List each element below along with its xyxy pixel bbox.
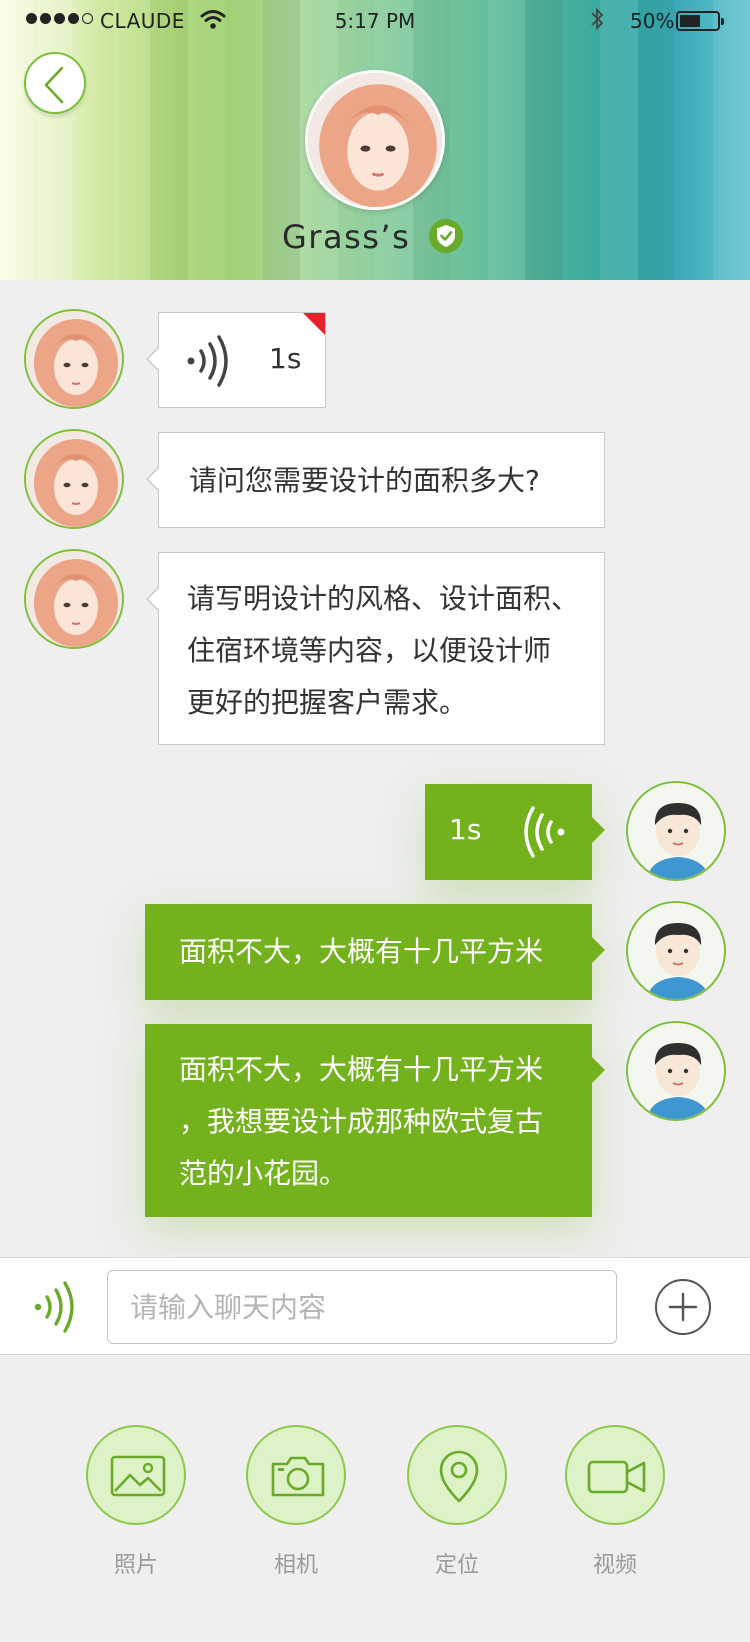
voice-icon[interactable] <box>30 1280 82 1334</box>
girl-portrait <box>26 431 122 527</box>
shield-check-icon <box>429 219 463 253</box>
contact-avatar-small[interactable] <box>24 429 124 529</box>
girl-portrait <box>26 551 122 647</box>
battery-percent: 50% <box>630 9 675 33</box>
message-line: ，我想要设计成那种欧式复古 <box>179 1105 544 1138</box>
video-icon <box>587 1460 646 1494</box>
unread-indicator <box>303 313 325 335</box>
battery-icon <box>676 11 724 31</box>
voice-icon <box>187 335 228 387</box>
message-text: 面积不大，大概有十几平方米 <box>179 935 544 968</box>
user-avatar-small[interactable] <box>626 1021 726 1121</box>
text-message-received: 请写明设计的风格、设计面积、 住宿环境等内容，以便设计师 更好的把握客户需求。 <box>146 552 605 745</box>
tool-camera-button[interactable] <box>246 1425 346 1525</box>
tool-label: 照片 <box>113 1553 158 1578</box>
text-message-received: 请问您需要设计的面积多大? <box>146 432 605 528</box>
tool-video[interactable]: 视频 <box>563 1425 667 1579</box>
tool-photo[interactable]: 照片 <box>84 1425 188 1579</box>
contact-avatar[interactable] <box>305 70 445 210</box>
camera-icon <box>271 1456 325 1497</box>
message-line: 请写明设计的风格、设计面积、 <box>187 582 580 615</box>
chat-input[interactable] <box>107 1270 617 1344</box>
message-text: 请问您需要设计的面积多大? <box>189 464 540 497</box>
user-avatar-small[interactable] <box>626 901 726 1001</box>
tool-video-button[interactable] <box>565 1425 665 1525</box>
photo-icon <box>110 1455 166 1497</box>
voice-icon <box>524 806 565 858</box>
voice-message-received[interactable]: 1s <box>146 312 326 408</box>
tool-photo-button[interactable] <box>86 1425 186 1525</box>
message-line: 更好的把握客户需求。 <box>187 686 468 719</box>
tool-label: 视频 <box>592 1553 637 1578</box>
text-message-sent: 面积不大，大概有十几平方米 <box>145 904 605 1000</box>
contact-name: Grass’s <box>282 218 411 256</box>
tool-location-button[interactable] <box>407 1425 507 1525</box>
status-bar: CLAUDE 5:17 PM 50% <box>0 0 750 42</box>
tool-label: 定位 <box>434 1553 479 1578</box>
contact-avatar-small[interactable] <box>24 549 124 649</box>
bluetooth-icon <box>591 7 604 31</box>
voice-duration: 1s <box>269 342 302 375</box>
contact-avatar-small[interactable] <box>24 309 124 409</box>
input-bar <box>0 1257 750 1355</box>
voice-duration: 1s <box>449 813 482 846</box>
plus-circle-icon[interactable] <box>654 1278 712 1336</box>
boy-cartoon <box>628 903 724 999</box>
voice-message-sent[interactable]: 1s <box>425 784 605 880</box>
girl-portrait <box>26 311 122 407</box>
tool-camera[interactable]: 相机 <box>244 1425 348 1579</box>
tool-label: 相机 <box>273 1553 318 1578</box>
chat-header: CLAUDE 5:17 PM 50% Grass’s <box>0 0 750 280</box>
boy-cartoon <box>628 783 724 879</box>
message-line: 面积不大，大概有十几平方米 <box>179 1053 544 1086</box>
user-avatar-small[interactable] <box>626 781 726 881</box>
location-pin-icon <box>439 1450 479 1503</box>
boy-cartoon <box>628 1023 724 1119</box>
text-message-sent: 面积不大，大概有十几平方米 ，我想要设计成那种欧式复古 范的小花园。 <box>145 1024 605 1217</box>
girl-portrait <box>308 73 442 207</box>
message-line: 范的小花园。 <box>179 1157 348 1190</box>
message-line: 住宿环境等内容，以便设计师 <box>187 634 552 667</box>
tool-location[interactable]: 定位 <box>405 1425 509 1579</box>
back-button[interactable] <box>24 52 86 114</box>
chevron-left-icon <box>44 66 64 104</box>
